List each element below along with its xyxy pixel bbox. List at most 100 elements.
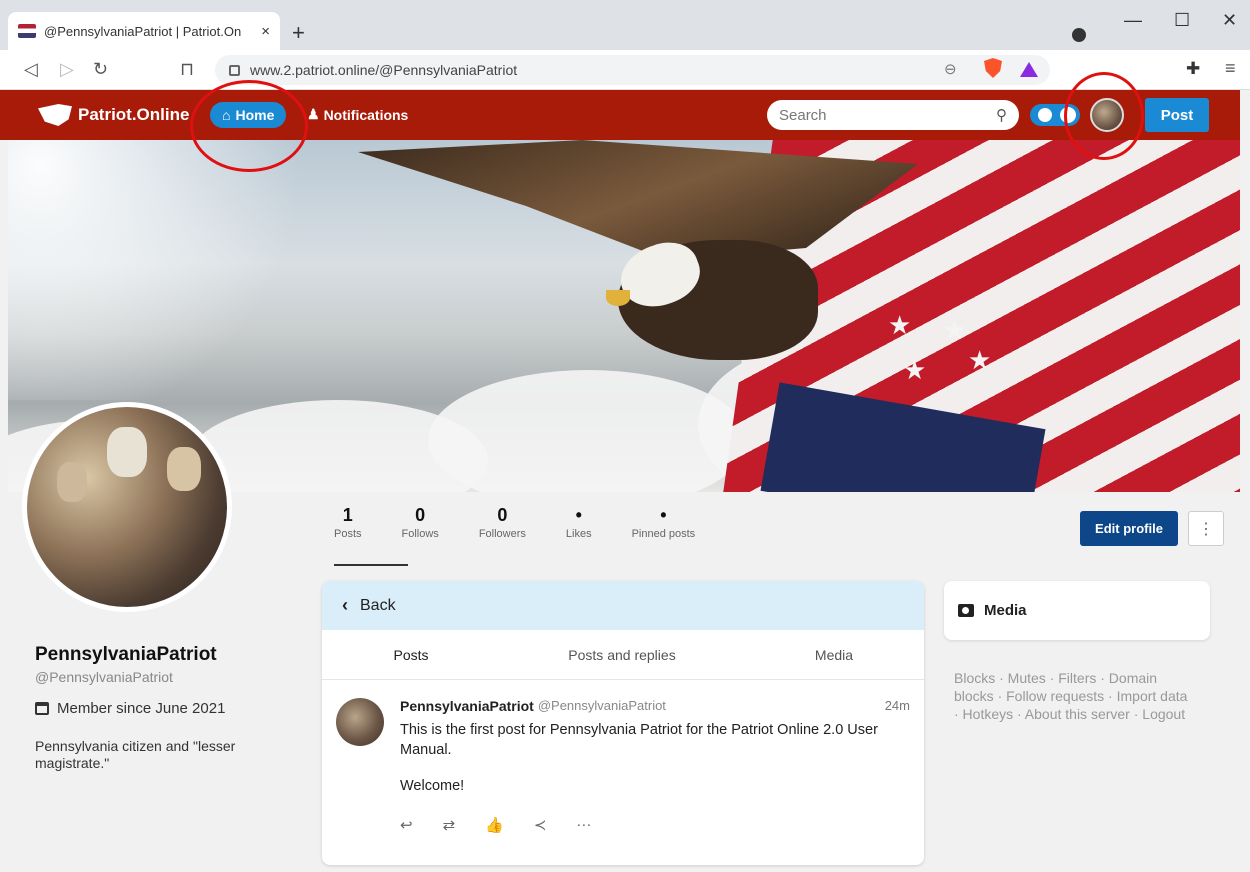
more-options-icon[interactable]: ⋮ xyxy=(1188,511,1224,546)
stat-label: Posts xyxy=(334,528,362,540)
painting-figure xyxy=(107,427,147,477)
tab-posts-and-replies[interactable]: Posts and replies xyxy=(500,630,744,679)
home-icon: ⌂ xyxy=(222,107,231,123)
site-logo[interactable]: Patriot.Online xyxy=(38,104,189,126)
reply-icon[interactable]: ↩ xyxy=(400,816,413,834)
browser-toolbar: ◁ ▷ ↻ ⊓ www.2.patriot.online/@Pennsylvan… xyxy=(0,50,1250,90)
media-label: Media xyxy=(984,602,1027,619)
chevron-left-icon: ‹ xyxy=(342,595,348,615)
close-window-button[interactable]: ✕ xyxy=(1222,10,1237,31)
profile-bio: Pennsylvania citizen and "lesser magistr… xyxy=(35,738,236,771)
camera-icon xyxy=(958,604,974,617)
stat-label: Likes xyxy=(565,528,592,540)
post-welcome: Welcome! xyxy=(400,778,465,794)
stat-label: Follows xyxy=(401,528,439,540)
repost-icon[interactable]: ⇄ xyxy=(443,816,456,834)
painting-figure xyxy=(57,462,87,502)
calendar-icon xyxy=(35,702,49,715)
tab-media[interactable]: Media xyxy=(744,630,924,679)
edit-profile-button[interactable]: Edit profile xyxy=(1080,511,1178,546)
post-handle: @PennsylvaniaPatriot xyxy=(537,698,666,713)
profile-handle: @PennsylvaniaPatriot xyxy=(35,669,173,685)
logo-text: Patriot.Online xyxy=(78,105,190,124)
account-avatar[interactable] xyxy=(1090,98,1124,132)
stat-number: • xyxy=(660,505,667,525)
usa-map-icon xyxy=(38,104,72,126)
stat-label: Pinned posts xyxy=(631,528,696,540)
search-box[interactable]: ⚲ xyxy=(767,100,1019,130)
url-field[interactable]: www.2.patriot.online/@PennsylvaniaPatrio… xyxy=(215,55,1050,85)
notifications-label: Notifications xyxy=(323,106,409,123)
search-icon[interactable]: ⚲ xyxy=(996,106,1007,124)
post-text: This is the first post for Pennsylvania … xyxy=(400,722,878,758)
stat-number: • xyxy=(575,505,582,525)
page-scrollbar[interactable] xyxy=(1240,90,1250,872)
tab-close-icon[interactable]: × xyxy=(261,23,270,40)
lock-icon xyxy=(229,64,240,76)
forward-arrow-icon[interactable]: ▷ xyxy=(60,59,74,80)
notifications-link[interactable]: ♟ Notifications xyxy=(307,106,408,123)
stat-posts[interactable]: 1 Posts xyxy=(334,505,362,540)
post-button[interactable]: Post xyxy=(1145,98,1209,132)
new-tab-button[interactable]: + xyxy=(292,20,305,46)
extensions-icon[interactable]: ✚ xyxy=(1186,59,1200,79)
stat-number: 1 xyxy=(342,505,353,525)
stat-number: 0 xyxy=(415,505,426,525)
stat-number: 0 xyxy=(497,505,508,525)
post-avatar[interactable] xyxy=(336,698,384,746)
painting-figure xyxy=(167,447,201,491)
more-icon[interactable]: ··· xyxy=(576,816,591,834)
post-author[interactable]: PennsylvaniaPatriot xyxy=(400,698,534,714)
reload-icon[interactable]: ↻ xyxy=(93,59,108,80)
profile-dot-icon[interactable] xyxy=(1072,28,1086,42)
bell-icon: ♟ xyxy=(307,106,320,122)
browser-menu-icon[interactable]: ≡ xyxy=(1225,58,1236,79)
back-arrow-icon[interactable]: ◁ xyxy=(24,59,38,80)
stat-follows[interactable]: 0 Follows xyxy=(402,505,439,540)
back-label: Back xyxy=(360,596,396,614)
toggle-knob xyxy=(1060,107,1076,123)
stat-followers[interactable]: 0 Followers xyxy=(479,505,526,540)
share-icon[interactable]: ≺ xyxy=(534,816,547,834)
home-button[interactable]: ⌂ Home xyxy=(210,102,287,128)
status-post[interactable]: PennsylvaniaPatriot @PennsylvaniaPatriot… xyxy=(322,680,924,834)
home-label: Home xyxy=(235,107,275,123)
star-icon: ★ xyxy=(888,310,912,340)
tab-title: @PennsylvaniaPatriot | Patriot.On xyxy=(44,23,242,39)
post-time[interactable]: 24m xyxy=(885,698,910,714)
zoom-icon[interactable]: ⊖ xyxy=(944,60,957,78)
stat-likes[interactable]: • Likes xyxy=(566,505,592,540)
sunlight xyxy=(8,140,328,400)
footer-links[interactable]: Blocks · Mutes · Filters · Domain blocks… xyxy=(954,669,1194,723)
profile-avatar[interactable] xyxy=(22,402,232,612)
browser-tab-bar: @PennsylvaniaPatriot | Patriot.On × + — … xyxy=(0,0,1250,50)
minimize-button[interactable]: — xyxy=(1124,10,1142,31)
profile-stats: 1 Posts 0 Follows 0 Followers • Likes • … xyxy=(334,505,735,540)
tab-posts[interactable]: Posts xyxy=(322,630,500,679)
bookmark-icon[interactable]: ⊓ xyxy=(180,59,194,80)
member-since: Member since June 2021 xyxy=(35,700,225,717)
theme-toggle[interactable] xyxy=(1030,104,1080,126)
active-stat-underline xyxy=(334,564,408,566)
post-actions: ↩ ⇄ 👍 ≺ ··· xyxy=(400,816,910,834)
timeline-tabs: Posts Posts and replies Media xyxy=(322,630,924,680)
rewards-triangle-icon[interactable] xyxy=(1020,62,1038,77)
sun-icon xyxy=(1038,108,1052,122)
media-panel[interactable]: Media xyxy=(944,581,1210,640)
eagle-beak xyxy=(606,290,630,306)
maximize-button[interactable]: ☐ xyxy=(1174,10,1190,31)
stat-label: Followers xyxy=(478,528,526,540)
star-icon: ★ xyxy=(943,315,967,345)
profile-name: PennsylvaniaPatriot xyxy=(35,644,217,665)
like-icon[interactable]: 👍 xyxy=(485,816,504,834)
timeline-card: ‹ Back Posts Posts and replies Media Pen… xyxy=(322,581,924,865)
star-icon: ★ xyxy=(968,345,992,375)
browser-tab[interactable]: @PennsylvaniaPatriot | Patriot.On × xyxy=(8,12,280,50)
search-input[interactable] xyxy=(779,106,996,124)
back-button[interactable]: ‹ Back xyxy=(322,581,924,630)
star-icon: ★ xyxy=(903,355,927,385)
stat-pinned-posts[interactable]: • Pinned posts xyxy=(632,505,696,540)
flag-favicon-icon xyxy=(18,24,36,38)
member-since-text: Member since June 2021 xyxy=(57,700,226,717)
url-text: www.2.patriot.online/@PennsylvaniaPatrio… xyxy=(250,62,518,78)
